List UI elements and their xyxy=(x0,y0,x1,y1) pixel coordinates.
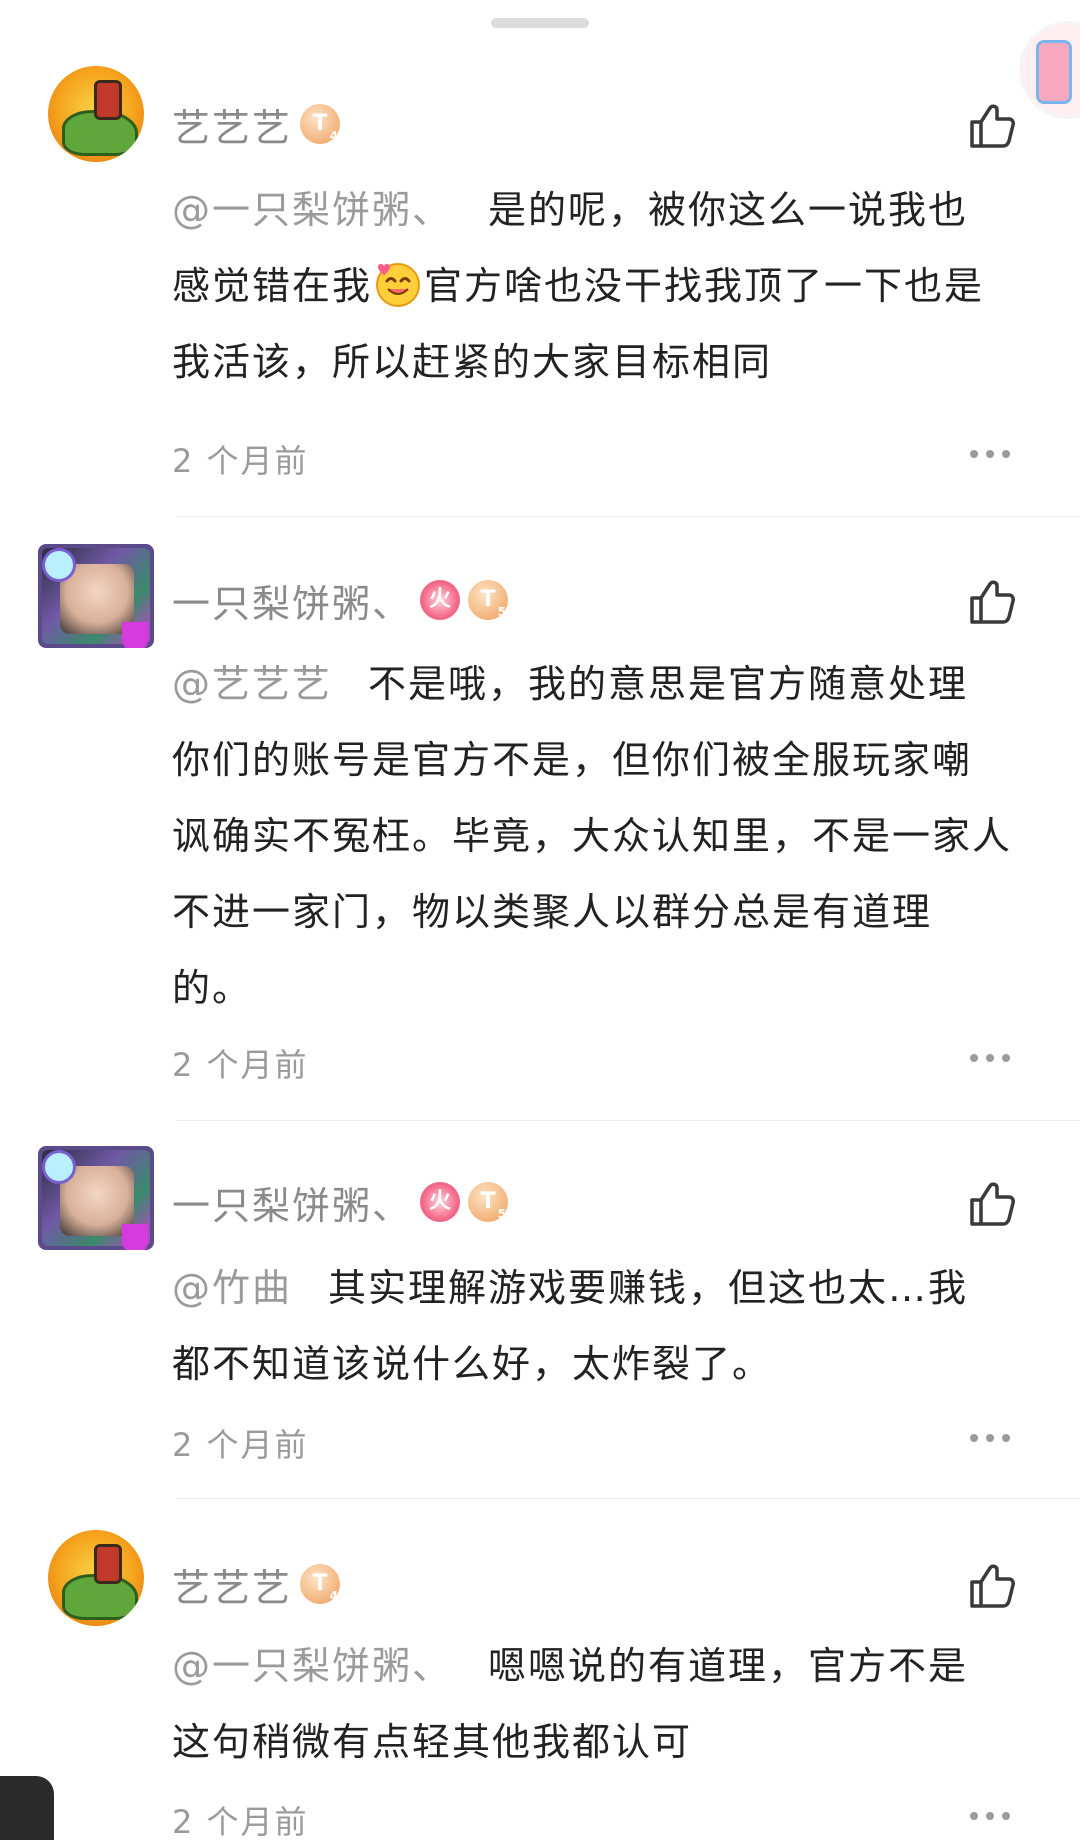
avatar-dragon[interactable] xyxy=(48,66,144,162)
comment-text-line: 讽确实不冤枉。毕竟，大众认知里，不是一家人 xyxy=(172,814,1013,858)
fire-badge-icon: 火 xyxy=(420,580,461,620)
heart-smile-emoji-icon xyxy=(376,263,421,307)
thumbs-up-icon[interactable] xyxy=(966,1560,1018,1612)
comment-divider xyxy=(176,1498,1080,1499)
more-dots-icon[interactable] xyxy=(970,1434,1010,1444)
level-badge: T5 xyxy=(468,580,509,620)
comment-header: 艺艺艺 T4 xyxy=(172,97,341,152)
comment-timestamp: 2 个月前 xyxy=(172,1803,309,1840)
mention-link[interactable]: @一只梨饼粥、 xyxy=(172,188,452,232)
thumbs-up-icon[interactable] xyxy=(966,576,1018,628)
comment-header: 一只梨饼粥、 火 T5 xyxy=(172,573,509,628)
avatar-framed-portrait[interactable] xyxy=(38,1146,154,1250)
floating-sticker-badge[interactable] xyxy=(1022,24,1080,116)
comment-body: @艺艺艺 不是哦，我的意思是官方随意处理 你们的账号是官方不是，但你们被全服玩家嘲… xyxy=(172,646,1032,1026)
comment-header: 一只梨饼粥、 火 T5 xyxy=(172,1175,509,1230)
comment-timestamp: 2 个月前 xyxy=(172,1426,309,1464)
comment-text-line: 都不知道该说什么好，太炸裂了。 xyxy=(172,1342,773,1386)
comment-text-line: 这句稍微有点轻其他我都认可 xyxy=(172,1720,693,1764)
comment-username[interactable]: 艺艺艺 xyxy=(172,97,292,152)
comment-header: 艺艺艺 T4 xyxy=(172,1557,341,1612)
comment-text-line: 是的呢，被你这么一说我也 xyxy=(488,188,969,232)
comment-text-line: 不进一家门，物以类聚人以群分总是有道理 xyxy=(172,890,933,934)
more-dots-icon[interactable] xyxy=(970,1054,1010,1064)
comment-username[interactable]: 艺艺艺 xyxy=(172,1557,292,1612)
comment-username[interactable]: 一只梨饼粥、 xyxy=(172,573,412,628)
avatar-dragon[interactable] xyxy=(48,1530,144,1626)
mention-link[interactable]: @艺艺艺 xyxy=(172,662,332,706)
comment-text-line: 我活该，所以赶紧的大家目标相同 xyxy=(172,340,773,384)
comment-thread-page: 艺艺艺 T4 @一只梨饼粥、 是的呢，被你这么一说我也 感觉错在我 官方啥也没干找我… xyxy=(0,0,1080,1840)
fire-badge-icon: 火 xyxy=(420,1182,461,1222)
comment-text-line: 不是哦，我的意思是官方随意处理 xyxy=(368,662,969,706)
comment-text-line: 感觉错在我 xyxy=(172,264,373,308)
comment-divider xyxy=(176,516,1080,517)
level-badge: T4 xyxy=(300,104,341,144)
more-dots-icon[interactable] xyxy=(970,1812,1010,1822)
comment-body: @一只梨饼粥、 是的呢，被你这么一说我也 感觉错在我 官方啥也没干找我顶了一下也是 … xyxy=(172,172,1032,400)
sheet-drag-handle[interactable] xyxy=(491,18,589,28)
mention-link[interactable]: @一只梨饼粥、 xyxy=(172,1644,452,1688)
floating-action-button[interactable] xyxy=(0,1776,54,1840)
comment-body: @竹曲 其实理解游戏要赚钱，但这也太…我 都不知道该说什么好，太炸裂了。 xyxy=(172,1250,1032,1402)
thumbs-up-icon[interactable] xyxy=(966,100,1018,152)
level-badge: T5 xyxy=(468,1182,509,1222)
comment-text-line: 官方啥也没干找我顶了一下也是 xyxy=(424,264,985,308)
comment-body: @一只梨饼粥、 嗯嗯说的有道理，官方不是 这句稍微有点轻其他我都认可 xyxy=(172,1628,1032,1780)
comment-divider xyxy=(176,1120,1080,1121)
comment-text-line: 你们的账号是官方不是，但你们被全服玩家嘲 xyxy=(172,738,973,782)
mention-link[interactable]: @竹曲 xyxy=(172,1266,292,1310)
comment-text-line: 其实理解游戏要赚钱，但这也太…我 xyxy=(328,1266,969,1310)
comment-timestamp: 2 个月前 xyxy=(172,1046,309,1084)
level-badge: T4 xyxy=(300,1564,341,1604)
thumbs-up-icon[interactable] xyxy=(966,1178,1018,1230)
comment-timestamp: 2 个月前 xyxy=(172,442,309,480)
comment-text-line: 嗯嗯说的有道理，官方不是 xyxy=(488,1644,969,1688)
avatar-framed-portrait[interactable] xyxy=(38,544,154,648)
comment-username[interactable]: 一只梨饼粥、 xyxy=(172,1175,412,1230)
more-dots-icon[interactable] xyxy=(970,450,1010,460)
comment-text-line: 的。 xyxy=(172,966,253,1010)
